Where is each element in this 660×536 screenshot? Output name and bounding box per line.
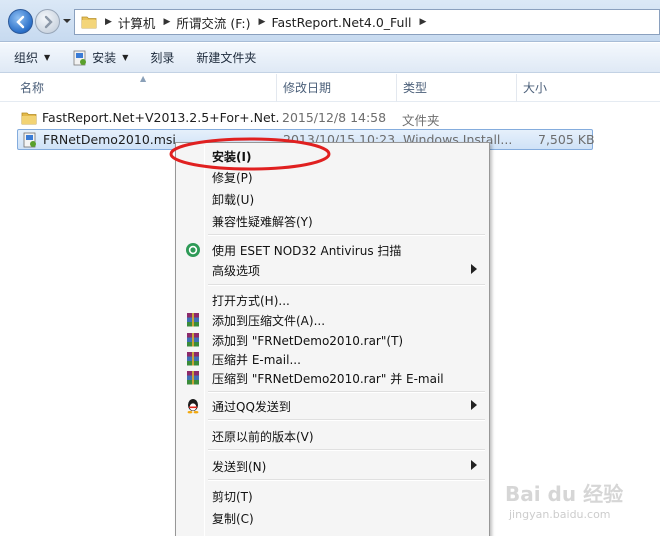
- submenu-arrow-icon: [471, 264, 477, 274]
- menu-item-copy[interactable]: 复制(C): [178, 507, 487, 528]
- installer-icon: [73, 50, 87, 65]
- winrar-icon: [187, 352, 199, 366]
- folder-icon: [21, 112, 37, 125]
- menu-item-label: 卸载(U): [212, 193, 255, 207]
- menu-item-label: 复制(C): [212, 512, 254, 526]
- file-date: 2015/12/8 14:58: [282, 110, 387, 125]
- menu-item-eset-scan[interactable]: 使用 ESET NOD32 Antivirus 扫描: [178, 239, 487, 260]
- breadcrumb-separator[interactable]: ▶: [105, 17, 112, 27]
- chevron-down-icon: ▼: [122, 53, 129, 62]
- forward-button[interactable]: [35, 9, 60, 34]
- winrar-icon: [187, 333, 199, 347]
- menu-separator: [208, 479, 485, 481]
- menu-item-send-qq[interactable]: 通过QQ发送到: [178, 395, 487, 416]
- menu-item-label: 安装(I): [212, 150, 252, 164]
- breadcrumb-separator[interactable]: ▶: [419, 17, 426, 27]
- menu-item-repair[interactable]: 修复(P): [178, 166, 487, 187]
- menu-item-label: 剪切(T): [212, 490, 253, 504]
- menu-item-label: 通过QQ发送到: [212, 400, 291, 414]
- address-field[interactable]: ▶ 计算机 ▶ 所谓交流 (F:) ▶ FastReport.Net4.0_Fu…: [74, 9, 660, 35]
- baidu-watermark: Bai du 经验 jingyan.baidu.com: [505, 478, 655, 533]
- file-name: FastReport.Net+V2013.2.5+For+.Net...: [42, 110, 280, 125]
- menu-item-cut[interactable]: 剪切(T): [178, 485, 487, 506]
- submenu-arrow-icon: [471, 460, 477, 470]
- menu-item-send-to[interactable]: 发送到(N): [178, 455, 487, 476]
- menu-item-label: 打开方式(H)...: [212, 294, 290, 308]
- column-date[interactable]: 修改日期: [276, 74, 396, 102]
- menu-separator: [208, 391, 485, 393]
- menu-item-label: 还原以前的版本(V): [212, 430, 314, 444]
- breadcrumb-computer[interactable]: 计算机: [118, 13, 156, 32]
- winrar-icon: [187, 313, 199, 327]
- menu-item-label: 修复(P): [212, 171, 253, 185]
- breadcrumb-separator[interactable]: ▶: [259, 17, 266, 27]
- menu-item-uninstall[interactable]: 卸载(U): [178, 188, 487, 209]
- column-size[interactable]: 大小: [516, 74, 660, 102]
- menu-item-label: 添加到 "FRNetDemo2010.rar"(T): [212, 334, 404, 348]
- column-type[interactable]: 类型: [396, 74, 516, 102]
- menu-item-restore-versions[interactable]: 还原以前的版本(V): [178, 425, 487, 446]
- qq-icon: [187, 399, 199, 414]
- menu-separator: [208, 284, 485, 286]
- new-folder-label: 新建文件夹: [196, 51, 257, 65]
- menu-item-label: 使用 ESET NOD32 Antivirus 扫描: [212, 244, 402, 258]
- menu-item-label: 发送到(N): [212, 460, 267, 474]
- installer-icon: [23, 132, 36, 148]
- organize-label: 组织: [14, 51, 39, 65]
- file-type: 文件夹: [402, 113, 440, 128]
- column-name[interactable]: 名称: [14, 74, 276, 102]
- file-size: 7,505 KB: [538, 132, 595, 147]
- menu-separator: [208, 234, 485, 236]
- column-header: ▲ 名称 修改日期 类型 大小: [0, 74, 660, 102]
- back-button[interactable]: [8, 9, 33, 34]
- breadcrumb-drive[interactable]: 所谓交流 (F:): [176, 13, 250, 32]
- menu-item-add-rar[interactable]: 添加到 "FRNetDemo2010.rar"(T): [178, 329, 487, 350]
- menu-separator: [208, 449, 485, 451]
- folder-icon: [81, 16, 97, 29]
- menu-item-label: 添加到压缩文件(A)...: [212, 314, 326, 328]
- menu-item-compress-rar-email[interactable]: 压缩到 "FRNetDemo2010.rar" 并 E-mail: [178, 367, 487, 388]
- menu-item-compress-email[interactable]: 压缩并 E-mail...: [178, 348, 487, 369]
- menu-separator: [208, 419, 485, 421]
- command-toolbar: 组织 ▼ 安装 ▼ 刻录 新建文件夹: [0, 43, 660, 73]
- chevron-down-icon: ▼: [44, 53, 51, 62]
- install-label: 安装: [92, 51, 117, 65]
- burn-label: 刻录: [150, 51, 175, 65]
- menu-item-open-with[interactable]: 打开方式(H)...: [178, 289, 487, 310]
- menu-item-label: 高级选项: [212, 264, 261, 278]
- burn-button[interactable]: 刻录: [150, 49, 174, 66]
- file-row-folder[interactable]: FastReport.Net+V2013.2.5+For+.Net... 201…: [17, 108, 593, 129]
- submenu-arrow-icon: [471, 400, 477, 410]
- history-dropdown-icon[interactable]: [62, 16, 72, 26]
- install-button[interactable]: 安装 ▼: [72, 49, 128, 66]
- eset-icon: [186, 243, 200, 257]
- back-arrow-icon: [15, 15, 24, 28]
- breadcrumb-folder[interactable]: FastReport.Net4.0_Full: [271, 15, 411, 30]
- menu-item-compatibility[interactable]: 兼容性疑难解答(Y): [178, 210, 487, 231]
- forward-arrow-icon: [44, 15, 53, 28]
- watermark-url: jingyan.baidu.com: [509, 508, 611, 521]
- menu-item-advanced[interactable]: 高级选项: [178, 259, 487, 280]
- menu-item-install[interactable]: 安装(I): [178, 145, 487, 166]
- new-folder-button[interactable]: 新建文件夹: [196, 49, 256, 66]
- file-name: FRNetDemo2010.msi: [43, 132, 176, 147]
- menu-item-add-archive[interactable]: 添加到压缩文件(A)...: [178, 309, 487, 330]
- address-bar-area: ▶ 计算机 ▶ 所谓交流 (F:) ▶ FastReport.Net4.0_Fu…: [0, 0, 660, 42]
- organize-button[interactable]: 组织 ▼: [14, 49, 50, 66]
- menu-item-label: 兼容性疑难解答(Y): [212, 215, 313, 229]
- menu-item-label: 压缩并 E-mail...: [212, 353, 301, 367]
- winrar-icon: [187, 371, 199, 385]
- breadcrumb-separator[interactable]: ▶: [163, 17, 170, 27]
- breadcrumb: ▶ 计算机 ▶ 所谓交流 (F:) ▶ FastReport.Net4.0_Fu…: [101, 13, 432, 32]
- watermark-brand: Bai du 经验: [505, 482, 624, 506]
- context-menu: 安装(I) 修复(P) 卸载(U) 兼容性疑难解答(Y) 使用 ESET NOD…: [175, 142, 490, 536]
- menu-item-label: 压缩到 "FRNetDemo2010.rar" 并 E-mail: [212, 372, 444, 386]
